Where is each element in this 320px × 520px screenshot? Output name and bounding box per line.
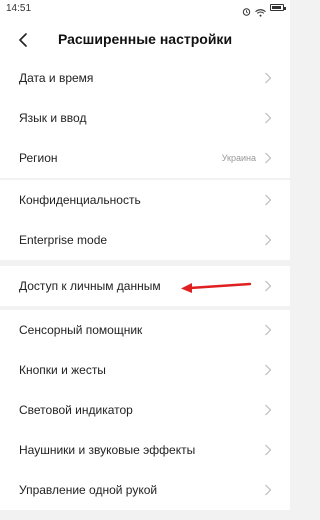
- status-bar: 14:51: [0, 0, 290, 18]
- settings-group-general: Дата и время Язык и ввод Регион Украина: [0, 58, 290, 178]
- chevron-right-icon: [265, 404, 272, 416]
- page-title: Расширенные настройки: [57, 31, 233, 47]
- settings-item-touch-assistant[interactable]: Сенсорный помощник: [0, 310, 290, 350]
- chevron-right-icon: [265, 484, 272, 496]
- settings-item-label: Световой индикатор: [19, 403, 133, 417]
- settings-item-date-time[interactable]: Дата и время: [0, 58, 290, 98]
- settings-item-notification-light[interactable]: Световой индикатор: [0, 390, 290, 430]
- chevron-right-icon: [265, 364, 272, 376]
- settings-group-privacy: Конфиденциальность Enterprise mode: [0, 180, 290, 260]
- settings-item-label: Наушники и звуковые эффекты: [19, 443, 196, 457]
- settings-item-label: Конфиденциальность: [19, 193, 141, 207]
- settings-item-label: Кнопки и жесты: [19, 363, 106, 377]
- settings-group-controls: Сенсорный помощник Кнопки и жесты Светов…: [0, 310, 290, 510]
- battery-icon: [270, 4, 286, 11]
- settings-item-label: Сенсорный помощник: [19, 323, 143, 337]
- alarm-icon: [242, 3, 251, 16]
- settings-item-label: Дата и время: [19, 71, 94, 85]
- chevron-right-icon: [265, 152, 272, 164]
- region-value: Украина: [221, 153, 256, 163]
- status-icons: [242, 3, 286, 17]
- settings-item-privacy[interactable]: Конфиденциальность: [0, 180, 290, 220]
- status-time: 14:51: [6, 3, 32, 14]
- header: Расширенные настройки: [0, 18, 290, 62]
- chevron-right-icon: [265, 280, 272, 292]
- settings-item-label: Регион: [19, 151, 58, 165]
- settings-item-headphones-sound[interactable]: Наушники и звуковые эффекты: [0, 430, 290, 470]
- chevron-right-icon: [265, 112, 272, 124]
- annotation-arrow-icon: [181, 282, 252, 293]
- chevron-right-icon: [265, 194, 272, 206]
- chevron-right-icon: [265, 324, 272, 336]
- settings-item-label: Управление одной рукой: [19, 483, 158, 497]
- settings-item-label: Язык и ввод: [19, 111, 87, 125]
- settings-item-label: Enterprise mode: [19, 233, 108, 247]
- settings-item-language-input[interactable]: Язык и ввод: [0, 98, 290, 138]
- chevron-right-icon: [265, 234, 272, 246]
- settings-item-enterprise-mode[interactable]: Enterprise mode: [0, 220, 290, 260]
- settings-item-label: Доступ к личным данным: [19, 279, 161, 293]
- settings-item-one-hand-mode[interactable]: Управление одной рукой: [0, 470, 290, 510]
- settings-item-buttons-gestures[interactable]: Кнопки и жесты: [0, 350, 290, 390]
- chevron-right-icon: [265, 72, 272, 84]
- chevron-right-icon: [265, 444, 272, 456]
- wifi-icon: [255, 4, 266, 17]
- settings-item-region[interactable]: Регион Украина: [0, 138, 290, 178]
